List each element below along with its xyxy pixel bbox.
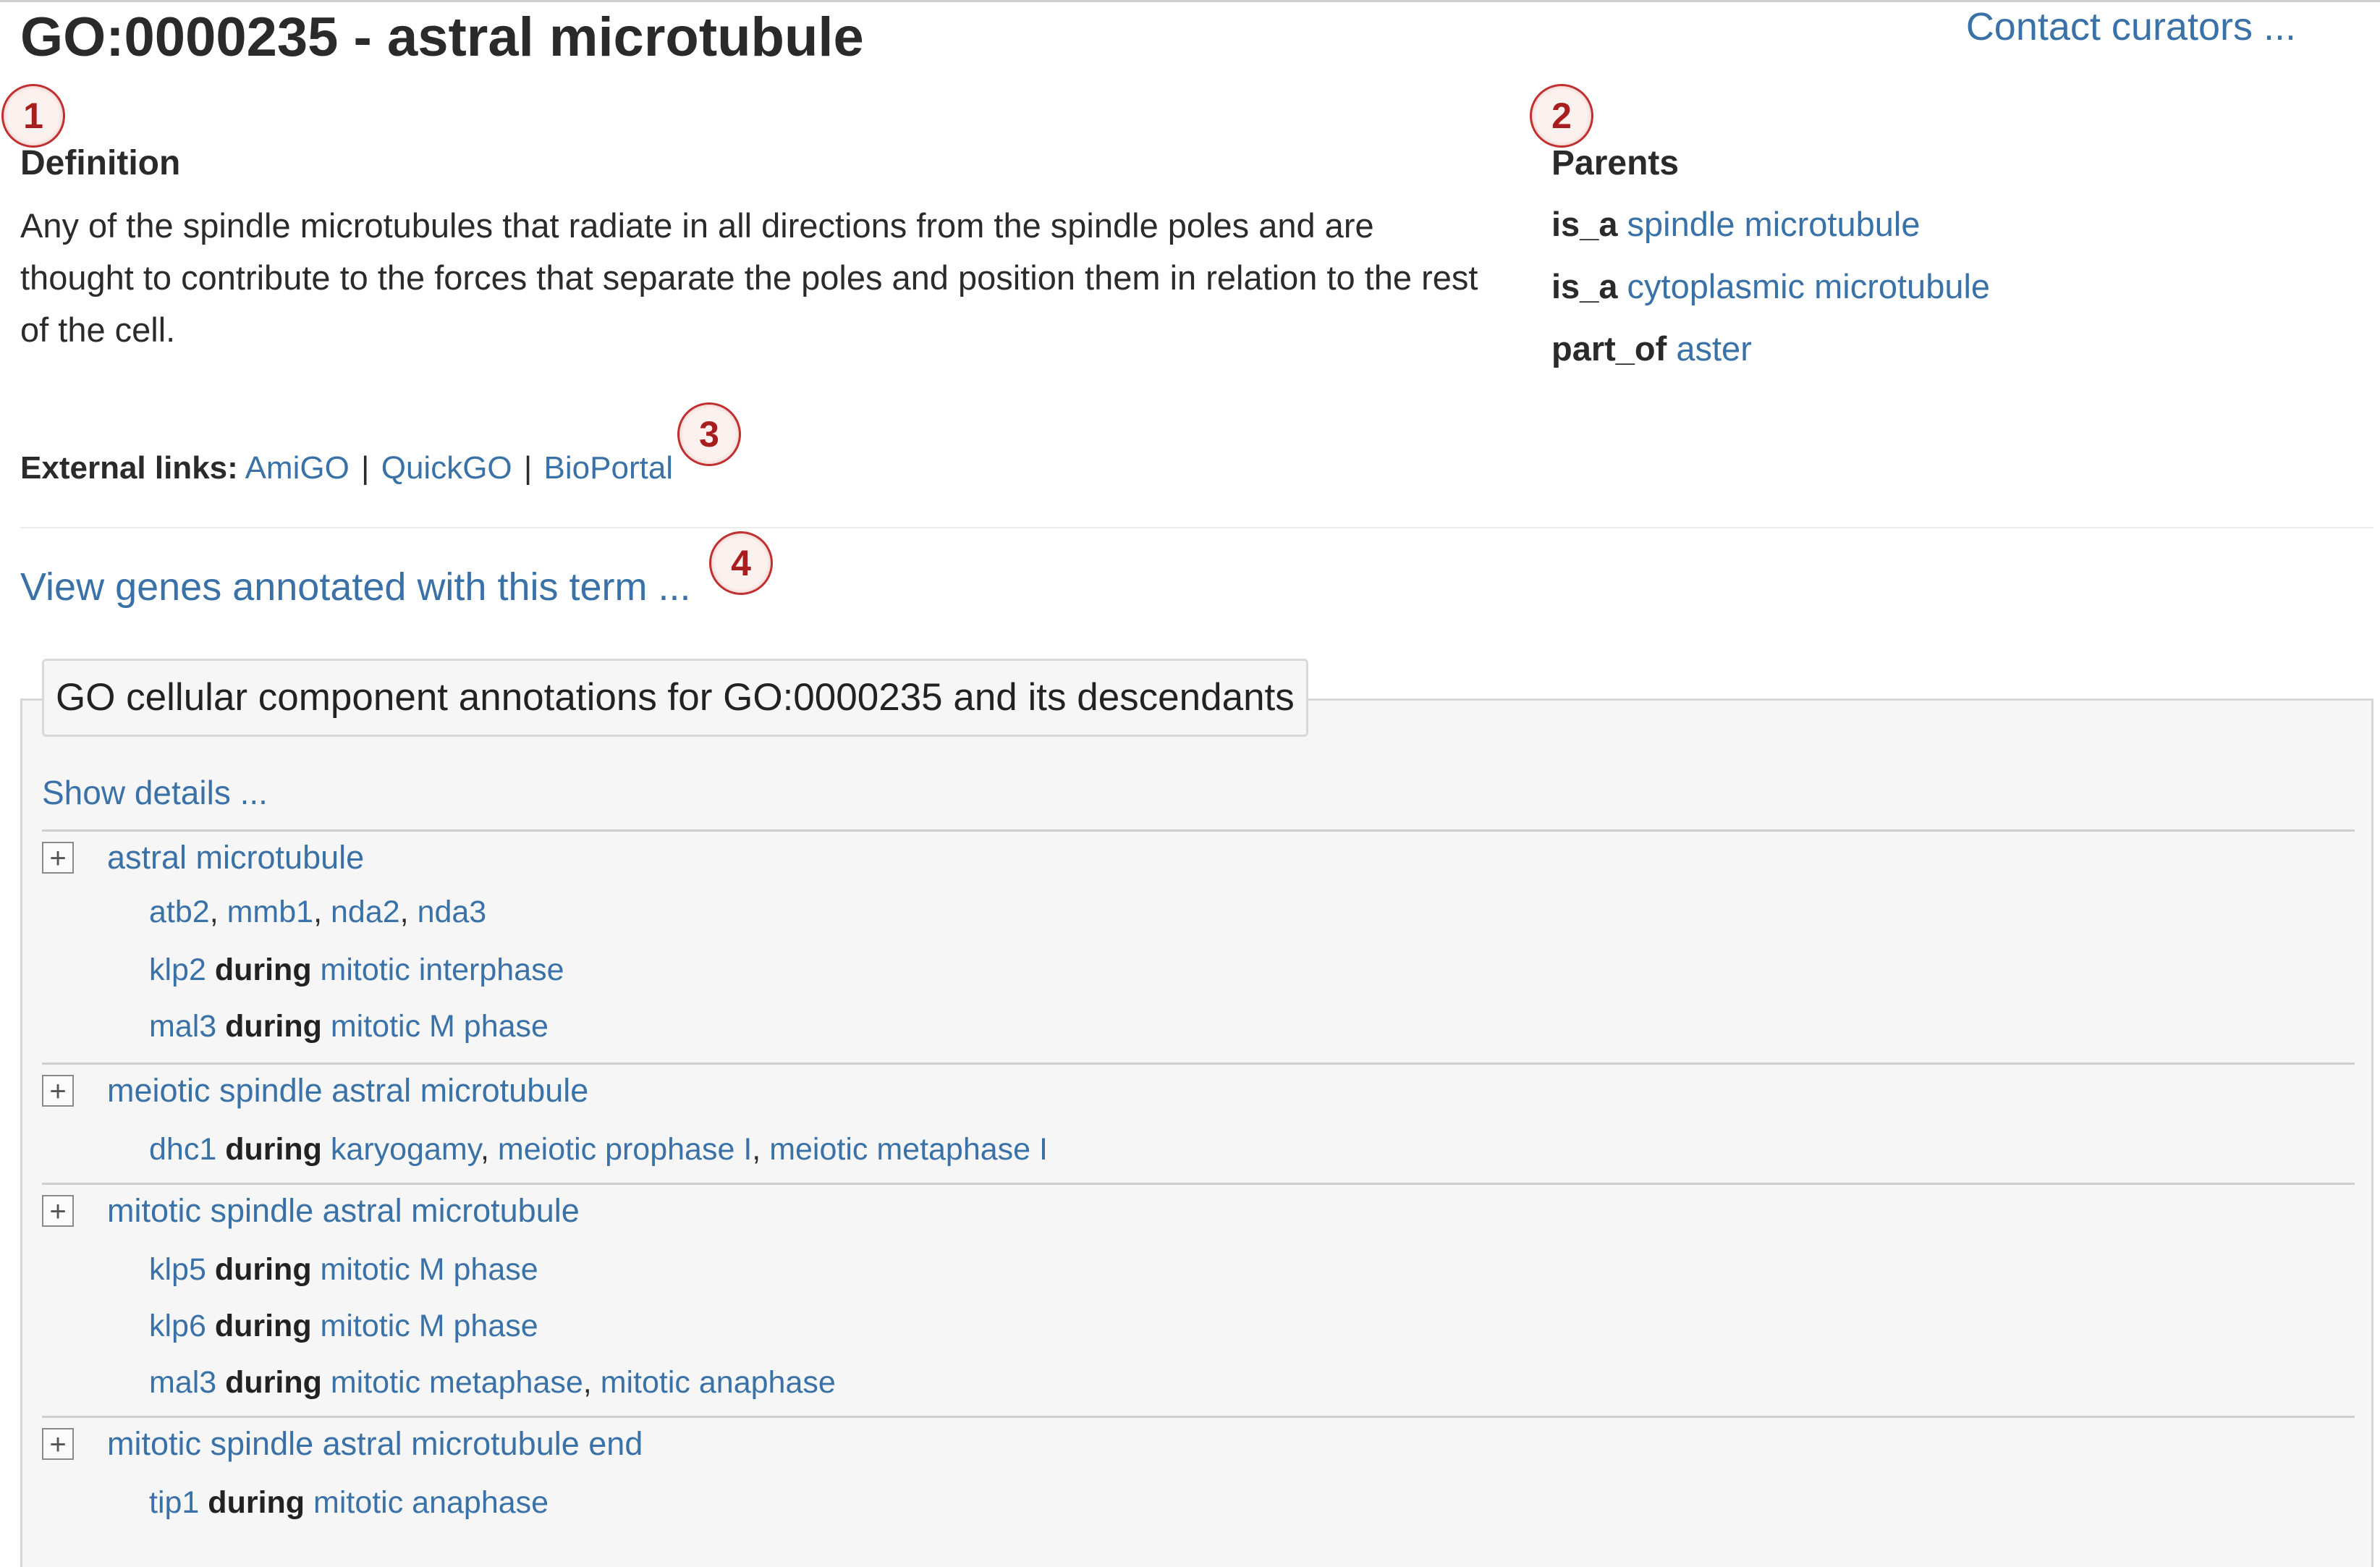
gene-link[interactable]: nda3 (418, 895, 487, 929)
top-border (0, 0, 2380, 2)
annotation-row: atb2, mmb1, nda2, nda3 (149, 895, 487, 929)
section-divider (20, 527, 2373, 528)
annotation-group-header: + astral microtubule (42, 838, 364, 877)
parent-term-link[interactable]: aster (1676, 329, 1752, 368)
parent-term-link[interactable]: spindle microtubule (1627, 205, 1920, 243)
expand-plus-icon[interactable]: + (42, 1195, 74, 1227)
parent-row: is_a cytoplasmic microtubule (1551, 266, 1990, 306)
external-links-label: External links: (20, 450, 238, 486)
during-label: during (208, 1485, 305, 1520)
during-label: during (225, 1009, 322, 1044)
definition-text: Any of the spindle microtubules that rad… (20, 206, 1478, 349)
annotation-row: klp5 during mitotic M phase (149, 1252, 538, 1288)
annotation-group-header: + meiotic spindle astral microtubule (42, 1071, 588, 1110)
gene-link[interactable]: klp6 (149, 1309, 206, 1343)
group-divider (42, 1416, 2355, 1418)
gene-link[interactable]: mal3 (149, 1009, 216, 1044)
group-divider (42, 829, 2355, 832)
contact-curators-link[interactable]: Contact curators ... (1966, 4, 2296, 49)
gene-link[interactable]: atb2 (149, 895, 210, 929)
expand-plus-icon[interactable]: + (42, 842, 74, 874)
callout-badge-3: 3 (677, 402, 741, 466)
callout-badge-2: 2 (1530, 84, 1593, 148)
callout-badge-4: 4 (709, 531, 773, 595)
link-separator: | (361, 450, 370, 486)
during-term-link[interactable]: meiotic prophase I (498, 1132, 752, 1167)
amigo-link[interactable]: AmiGO (245, 450, 350, 486)
show-details-link[interactable]: Show details ... (42, 773, 268, 812)
during-term-link[interactable]: mitotic anaphase (313, 1485, 549, 1520)
expand-plus-icon[interactable]: + (42, 1428, 74, 1460)
during-label: during (214, 953, 312, 987)
gene-link[interactable]: tip1 (149, 1485, 199, 1520)
during-term-link[interactable]: mitotic M phase (321, 1309, 538, 1343)
parent-relation: is_a (1551, 267, 1618, 305)
bioportal-link[interactable]: BioPortal (544, 450, 674, 486)
view-genes-link[interactable]: View genes annotated with this term ... (20, 565, 691, 609)
callout-badge-1: 1 (1, 84, 65, 148)
gene-link[interactable]: klp5 (149, 1252, 206, 1287)
gene-link[interactable]: klp2 (149, 953, 206, 987)
gene-link[interactable]: nda2 (331, 895, 400, 929)
during-term-link[interactable]: mitotic M phase (331, 1009, 549, 1044)
during-label: during (214, 1309, 312, 1343)
during-term-link[interactable]: meiotic metaphase I (769, 1132, 1048, 1167)
during-term-link[interactable]: karyogamy (331, 1132, 480, 1167)
gene-link[interactable]: dhc1 (149, 1132, 216, 1167)
parent-term-link[interactable]: cytoplasmic microtubule (1627, 267, 1991, 305)
parent-relation: is_a (1551, 205, 1618, 243)
annotation-term-link[interactable]: mitotic spindle astral microtubule (107, 1192, 580, 1230)
parent-row: part_of aster (1551, 329, 1752, 368)
annotation-row: tip1 during mitotic anaphase (149, 1485, 549, 1521)
parent-relation: part_of (1551, 329, 1667, 368)
parents-heading: Parents (1551, 144, 1680, 182)
annotation-term-link[interactable]: meiotic spindle astral microtubule (107, 1072, 588, 1110)
gene-link[interactable]: mmb1 (227, 895, 313, 929)
during-label: during (225, 1132, 322, 1167)
expand-plus-icon[interactable]: + (42, 1075, 74, 1107)
annotation-row: klp2 during mitotic interphase (149, 953, 564, 988)
during-term-link[interactable]: mitotic M phase (321, 1252, 538, 1287)
during-term-link[interactable]: mitotic interphase (321, 953, 564, 987)
annotation-row: klp6 during mitotic M phase (149, 1309, 538, 1344)
annotation-row: mal3 during mitotic M phase (149, 1009, 549, 1044)
gene-link[interactable]: mal3 (149, 1365, 216, 1400)
quickgo-link[interactable]: QuickGO (381, 450, 512, 486)
group-divider (42, 1063, 2355, 1065)
annotations-legend: GO cellular component annotations for GO… (42, 659, 1308, 737)
annotation-row: dhc1 during karyogamy, meiotic prophase … (149, 1132, 1048, 1167)
during-label: during (225, 1365, 322, 1400)
during-label: during (214, 1252, 312, 1287)
parent-row: is_a spindle microtubule (1551, 204, 1920, 244)
definition-heading: Definition (20, 144, 181, 182)
during-term-link[interactable]: mitotic anaphase (601, 1365, 836, 1400)
annotation-row: mal3 during mitotic metaphase, mitotic a… (149, 1365, 836, 1400)
annotation-group-header: + mitotic spindle astral microtubule (42, 1191, 580, 1230)
page-title: GO:0000235 - astral microtubule (20, 7, 864, 68)
group-divider (42, 1183, 2355, 1185)
link-separator: | (523, 450, 533, 486)
annotation-term-link[interactable]: mitotic spindle astral microtubule end (107, 1425, 643, 1463)
annotation-term-link[interactable]: astral microtubule (107, 839, 364, 877)
annotation-group-header: + mitotic spindle astral microtubule end (42, 1424, 643, 1463)
external-links: External links: AmiGO | QuickGO | BioPor… (20, 450, 673, 486)
during-term-link[interactable]: mitotic metaphase (331, 1365, 583, 1400)
